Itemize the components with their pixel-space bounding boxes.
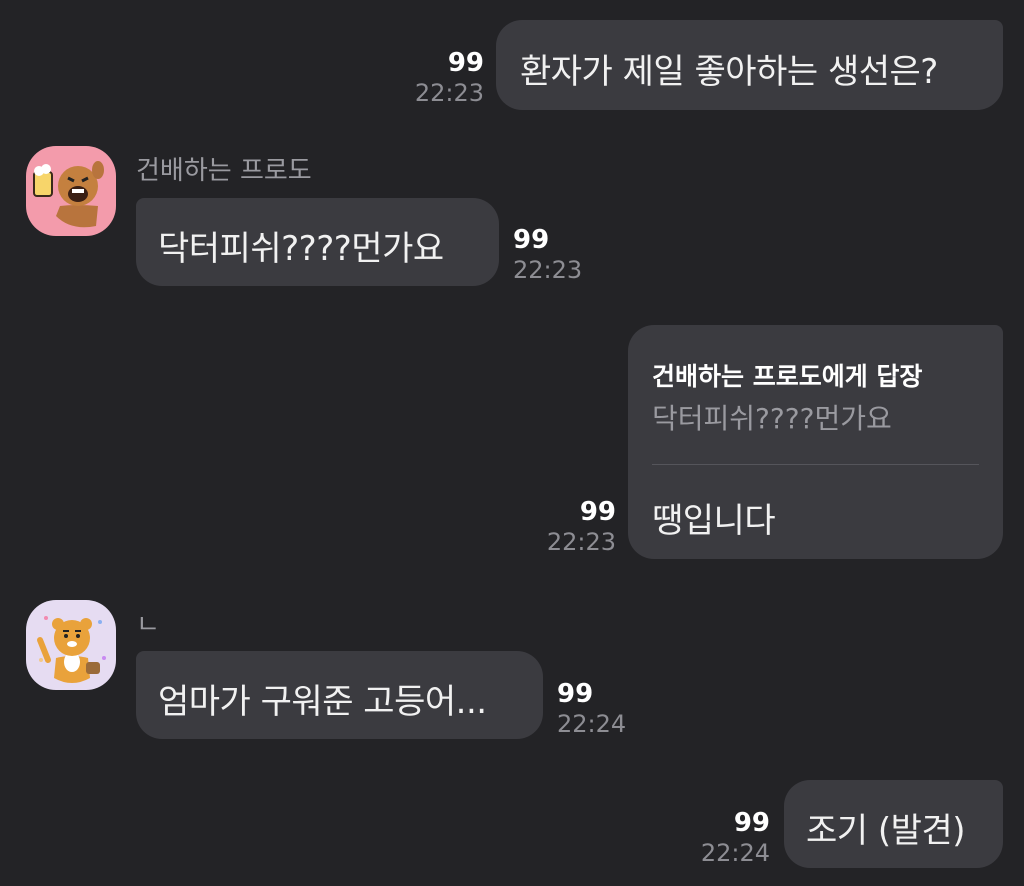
outgoing-message-bubble[interactable]: 조기 (발견) xyxy=(784,780,1003,868)
sender-name: 건배하는 프로도 xyxy=(136,156,312,186)
reply-target: 건배하는 프로도에게 답장 xyxy=(652,362,923,391)
reply-quote[interactable]: 닥터피쉬????먼가요 xyxy=(652,397,892,437)
reply-message-bubble[interactable]: 건배하는 프로도에게 답장 닥터피쉬????먼가요 땡입니다 xyxy=(628,325,1003,559)
unread-count: 99 xyxy=(733,808,770,838)
incoming-message-bubble[interactable]: 엄마가 구워준 고등어... xyxy=(136,651,543,739)
reply-divider xyxy=(652,464,979,465)
message-time: 22:23 xyxy=(546,528,616,556)
unread-count: 99 xyxy=(557,679,594,709)
message-text: 닥터피쉬????먼가요 xyxy=(158,229,444,269)
frodo-beer-avatar-icon[interactable] xyxy=(26,146,116,236)
message-meta: 99 22:24 xyxy=(701,808,770,868)
outgoing-message-bubble[interactable]: 환자가 제일 좋아하는 생선은? xyxy=(496,20,1003,110)
unread-count: 99 xyxy=(513,225,550,255)
message-time: 22:23 xyxy=(414,79,484,107)
message-meta: 99 22:24 xyxy=(557,679,626,739)
sender-name: ㄴ xyxy=(136,610,160,640)
message-meta: 99 22:23 xyxy=(415,48,484,108)
message-text: 땡입니다 xyxy=(652,501,776,541)
message-meta: 99 22:23 xyxy=(513,225,582,285)
message-time: 22:23 xyxy=(513,256,583,284)
ryan-avatar-icon[interactable] xyxy=(26,600,116,690)
message-time: 22:24 xyxy=(700,839,770,867)
message-meta: 99 22:23 xyxy=(547,497,616,557)
message-text: 조기 (발견) xyxy=(806,811,965,851)
unread-count: 99 xyxy=(579,497,616,527)
unread-count: 99 xyxy=(447,48,484,78)
message-time: 22:24 xyxy=(557,710,627,738)
incoming-message-bubble[interactable]: 닥터피쉬????먼가요 xyxy=(136,198,499,286)
message-text: 환자가 제일 좋아하는 생선은? xyxy=(520,52,938,92)
message-text: 엄마가 구워준 고등어... xyxy=(158,682,487,722)
